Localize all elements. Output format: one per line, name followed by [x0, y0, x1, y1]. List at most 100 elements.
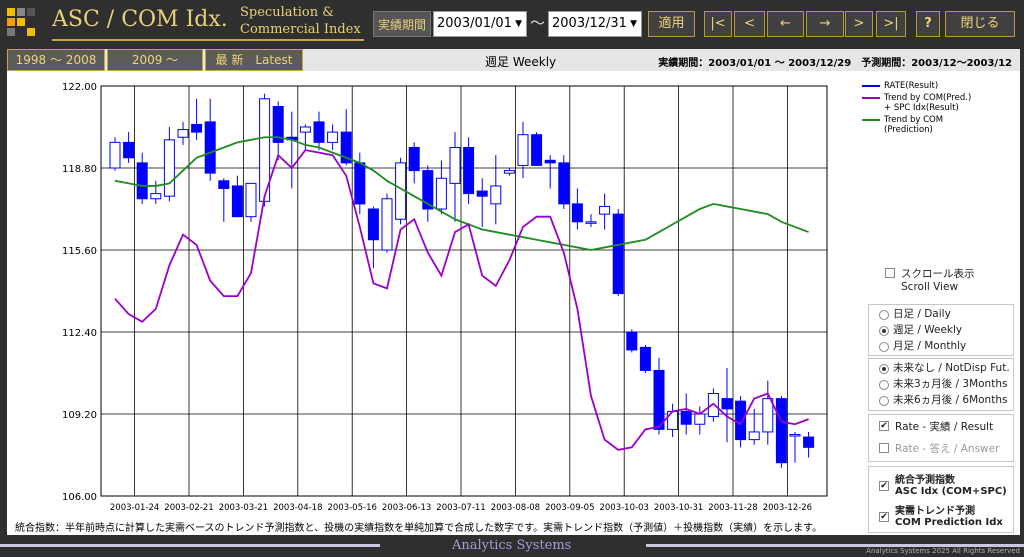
x-tick-label: 2003-12-26 — [763, 503, 812, 513]
x-tick-label: 2003-01-24 — [110, 503, 159, 513]
nav-next-button[interactable]: > — [845, 11, 873, 37]
radio-future-6m[interactable]: 未来6ヵ月後 / 6Months — [877, 392, 1013, 408]
y-tick-label: 115.60 — [62, 246, 97, 257]
candle-body — [775, 398, 787, 464]
candle-body — [299, 126, 311, 133]
candle-body — [449, 147, 461, 184]
app-title: ASC / COM Idx. — [52, 7, 228, 32]
radio-daily[interactable]: 日足 / Daily — [877, 306, 1013, 322]
chevron-down-icon: ▼ — [515, 19, 522, 29]
candle-body — [136, 162, 148, 200]
header: ASC / COM Idx. Speculation & Commercial … — [0, 0, 1024, 48]
chart-period-label: 週足 Weekly — [485, 55, 557, 69]
subtitle-line2: Commercial Index — [240, 22, 361, 37]
rate-options-group: ✔ Rate - 実績 / Result Rate - 答え / Answer — [868, 414, 1014, 462]
candle-body — [109, 141, 121, 169]
x-tick-label: 2003-09-05 — [545, 503, 594, 513]
radio-monthly[interactable]: 月足 / Monthly — [877, 338, 1013, 354]
checkbox-checked-icon: ✔ — [879, 421, 889, 431]
period-label: 実績期間 — [373, 11, 431, 37]
index-options-group: ✔ 統合予測指数 ASC Idx (COM+SPC) ✔ 実需トレンド予測 CO… — [868, 466, 1014, 533]
x-tick-label: 2003-06-13 — [382, 503, 431, 513]
tab-1998-2008[interactable]: 1998 ～ 2008 — [7, 49, 105, 71]
nav-forward-button[interactable]: → — [806, 11, 844, 37]
candle-body — [463, 147, 475, 195]
chart-legend: RATE(Result) Trend by COM(Pred.) + SPC I… — [862, 81, 971, 137]
footer: Analytics Systems Analytics Systems 2025… — [0, 535, 1024, 557]
candle-body — [639, 346, 651, 371]
candle-body — [490, 185, 502, 205]
footer-divider-left — [0, 544, 380, 547]
start-date-select[interactable]: 2003/01/01 ▼ — [433, 11, 527, 37]
legend-trend-com-label1: Trend by COM(Pred.) — [884, 93, 972, 103]
candle-body — [735, 400, 747, 441]
candle-body — [571, 203, 583, 223]
candle-body — [245, 182, 257, 218]
candle-body — [327, 131, 339, 143]
scroll-view-checkbox[interactable]: スクロール表示 Scroll View — [883, 266, 1024, 293]
com-pred-label1: 実需トレンド予測 — [895, 506, 975, 517]
legend-trend-pred-label2: (Prediction) — [884, 125, 933, 135]
rate-answer-checkbox[interactable]: Rate - 答え / Answer — [877, 441, 1013, 456]
x-tick-label: 2003-04-18 — [273, 503, 322, 513]
radio-weekly[interactable]: 週足 / Weekly — [877, 322, 1013, 338]
trend-com-spc-line — [114, 149, 809, 451]
start-date-value: 2003/01/01 — [437, 16, 512, 31]
app-subtitle: Speculation & Commercial Index — [240, 4, 361, 38]
footnote: 統合指数：半年前時点に計算した実需ベースのトレンド予測指数と、投機の実績指数を単… — [15, 523, 823, 534]
candle-body — [653, 369, 665, 430]
candle-body — [381, 198, 393, 251]
apply-button[interactable]: 適用 — [648, 11, 695, 37]
checkbox-icon — [885, 268, 895, 278]
scroll-view-label-en: Scroll View — [901, 281, 959, 293]
x-tick-label: 2003-02-21 — [164, 503, 213, 513]
radio-future-3m[interactable]: 未来3ヵ月後 / 3Months — [877, 376, 1013, 392]
candle-body — [748, 431, 760, 441]
candle-body — [626, 331, 638, 351]
com-pred-checkbox[interactable]: ✔ 実需トレンド予測 COM Prediction Idx — [877, 502, 1013, 528]
range-tilde: ～ — [530, 14, 546, 32]
checkbox-checked-icon: ✔ — [879, 481, 889, 491]
candle-body — [762, 398, 774, 433]
asc-idx-label2: ASC Idx (COM+SPC) — [895, 486, 1007, 497]
help-button[interactable]: ? — [916, 11, 940, 37]
scroll-view-label-jp: スクロール表示 — [901, 268, 975, 280]
rate-result-checkbox[interactable]: ✔ Rate - 実績 / Result — [877, 419, 1013, 441]
nav-first-button[interactable]: |< — [704, 11, 732, 37]
nav-prev-button[interactable]: < — [734, 11, 765, 37]
legend-rate-label: RATE(Result) — [884, 81, 939, 91]
tab-latest[interactable]: 最 新 Latest — [205, 49, 303, 71]
tab-2009[interactable]: 2009 ～ — [107, 49, 203, 71]
candle-body — [313, 121, 325, 143]
x-tick-label: 2003-08-08 — [491, 503, 540, 513]
x-tick-label: 2003-10-03 — [599, 503, 648, 513]
end-date-select[interactable]: 2003/12/31 ▼ — [548, 11, 642, 37]
logo-icon — [7, 8, 37, 38]
candle-body — [150, 193, 162, 200]
nav-back-button[interactable]: ← — [767, 11, 804, 37]
com-pred-label2: COM Prediction Idx — [895, 517, 1003, 528]
close-button[interactable]: 閉じる — [945, 11, 1015, 37]
nav-last-button[interactable]: >| — [876, 11, 906, 37]
candle-body — [707, 393, 719, 418]
future-radio-group: 未来なし / NotDisp Fut. 未来3ヵ月後 / 3Months 未来6… — [868, 358, 1014, 411]
candle-body — [435, 177, 447, 210]
asc-idx-label1: 統合予測指数 — [895, 475, 955, 486]
x-tick-label: 2003-03-21 — [219, 503, 268, 513]
candle-body — [367, 208, 379, 241]
legend-swatch-trend-com — [862, 97, 880, 99]
y-tick-label: 118.80 — [62, 164, 97, 175]
candle-body — [177, 129, 189, 138]
copyright: Analytics Systems 2025 All Rights Reserv… — [866, 547, 1020, 555]
rate-chart: 122.00 118.80 115.60 112.40 109.20 106.00 200… — [62, 82, 828, 513]
y-tick-label: 106.00 — [62, 492, 97, 503]
candle-body — [517, 134, 529, 166]
rate-result-label: Rate - 実績 / Result — [895, 421, 994, 433]
radio-future-none[interactable]: 未来なし / NotDisp Fut. — [877, 360, 1013, 376]
title-underline — [52, 39, 364, 41]
legend-trend-com-label2: + SPC Idx(Result) — [884, 103, 959, 113]
candle-body — [204, 121, 216, 174]
candle-body — [612, 213, 624, 295]
candle-body — [218, 180, 230, 189]
asc-idx-checkbox[interactable]: ✔ 統合予測指数 ASC Idx (COM+SPC) — [877, 471, 1013, 502]
